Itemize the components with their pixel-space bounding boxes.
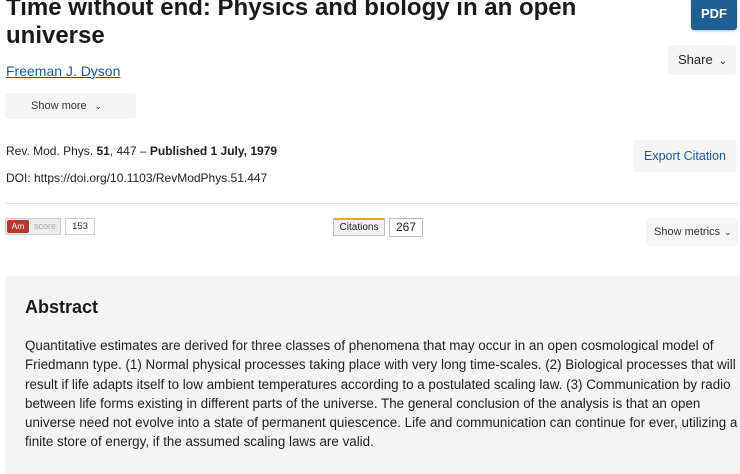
altmetric-score[interactable]: 153	[65, 218, 95, 235]
show-more-button[interactable]: Show more ⌄	[5, 93, 136, 119]
chevron-down-icon: ⌄	[724, 227, 732, 237]
citations-count[interactable]: 267	[389, 218, 423, 237]
divider	[5, 203, 738, 204]
citation-line: Rev. Mod. Phys. 51, 447 – Published 1 Ju…	[6, 144, 277, 158]
volume: 51	[96, 144, 110, 158]
altmetric-score-label: score	[34, 221, 57, 231]
chevron-down-icon: ⌄	[94, 101, 103, 111]
author-link[interactable]: Freeman J. Dyson	[6, 63, 120, 79]
article-title: Time without end: Physics and biology in…	[6, 0, 577, 49]
doi-line: DOI: https://doi.org/10.1103/RevModPhys.…	[6, 171, 268, 185]
published-date: Published 1 July, 1979	[149, 144, 278, 158]
share-label: Share	[678, 52, 713, 67]
pdf-button[interactable]: PDF	[691, 0, 737, 30]
pages: , 447 –	[109, 144, 150, 158]
show-more-label: Show more	[31, 100, 87, 112]
abstract-heading: Abstract	[25, 297, 99, 317]
chevron-down-icon: ⌄	[718, 56, 728, 67]
show-metrics-button[interactable]: Show metrics ⌄	[646, 218, 738, 246]
journal-name: Rev. Mod. Phys.	[6, 144, 94, 158]
altmetric-badge[interactable]: Am score	[5, 218, 61, 235]
altmetric-logo: Am	[7, 220, 29, 233]
citations-badge[interactable]: Citations	[333, 218, 385, 236]
show-metrics-label: Show metrics	[654, 226, 721, 238]
abstract-text: Quantitative estimates are derived for t…	[25, 338, 738, 450]
export-citation-button[interactable]: Export Citation	[633, 140, 737, 172]
share-button[interactable]: Share ⌄	[668, 45, 736, 75]
